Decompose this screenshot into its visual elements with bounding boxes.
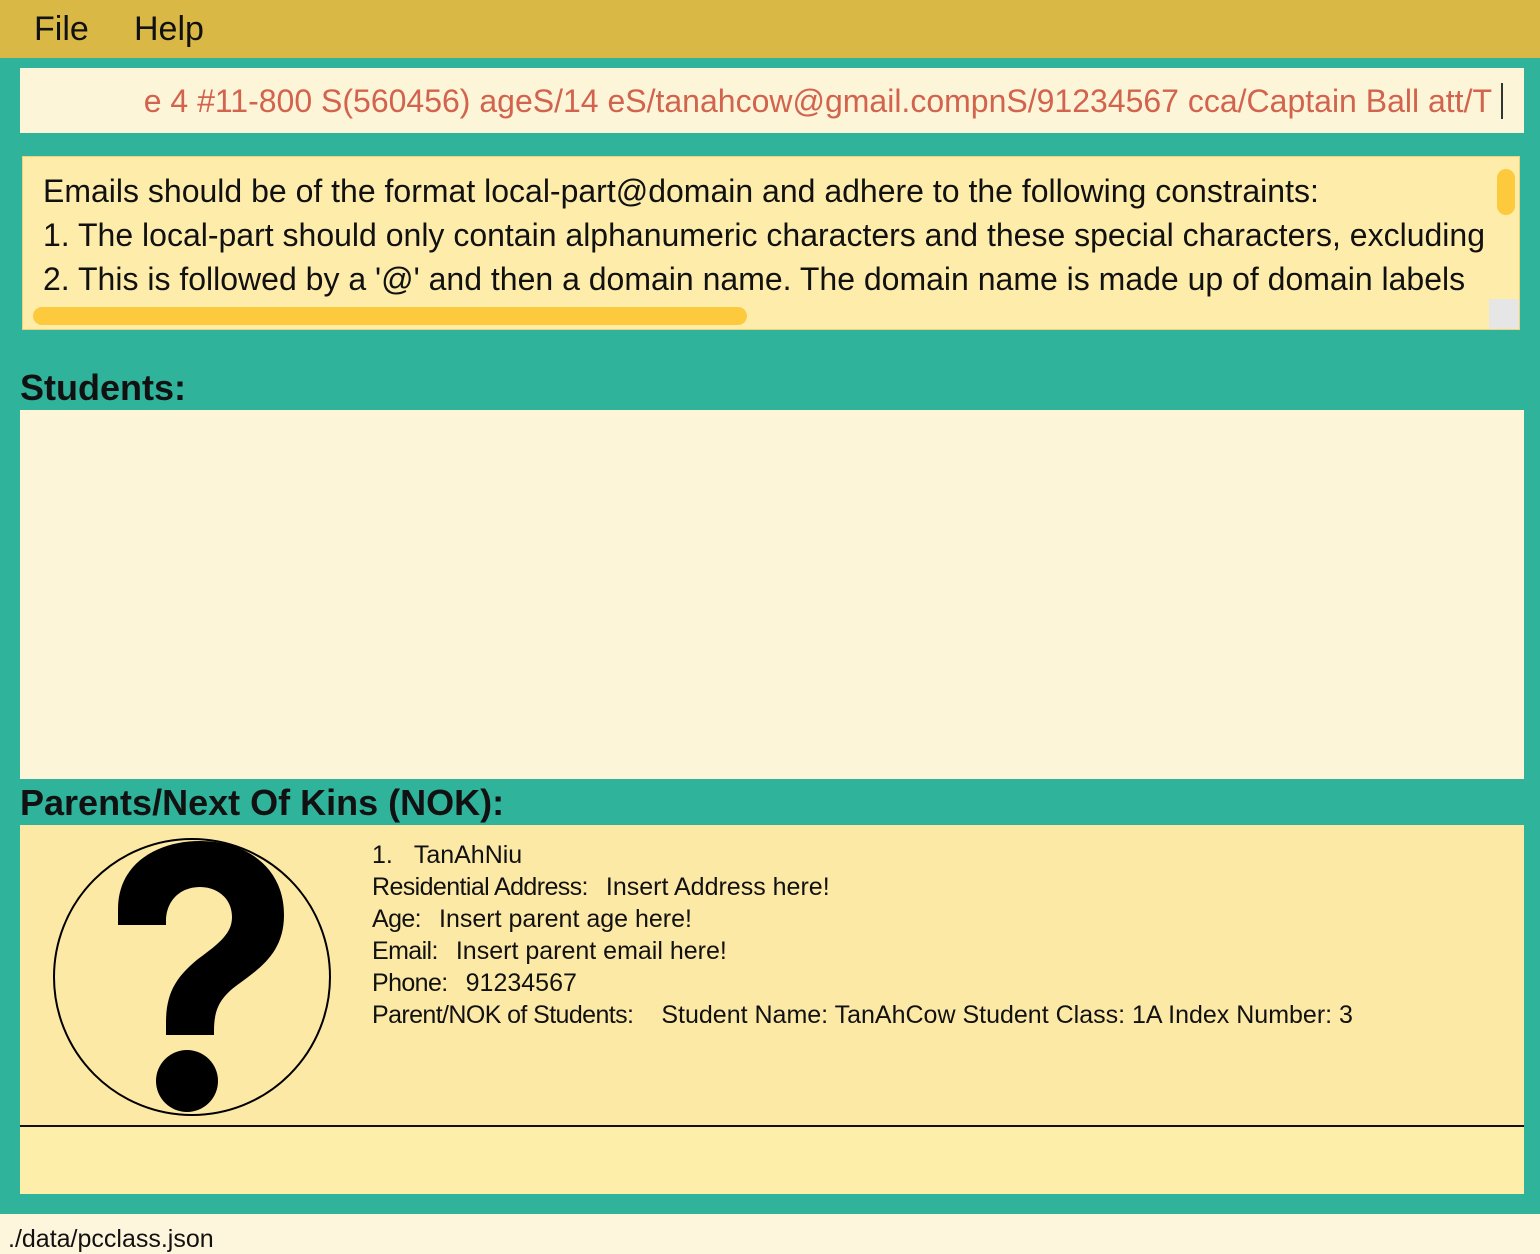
nok-name-row: 1. TanAhNiu (372, 839, 1353, 871)
menu-bar: File Help (0, 0, 1540, 58)
nok-list[interactable]: 1. TanAhNiu Residential Address: Insert A… (20, 825, 1524, 1194)
age-label: Age: (372, 905, 422, 933)
result-display[interactable]: Emails should be of the format local-par… (22, 156, 1520, 330)
nok-card[interactable]: 1. TanAhNiu Residential Address: Insert A… (20, 825, 1524, 1127)
nok-age-row: Age: Insert parent age here! (372, 903, 1353, 935)
email-value: Insert parent email here! (455, 937, 727, 965)
menu-help[interactable]: Help (134, 10, 204, 48)
nok-list-empty-area (20, 1127, 1524, 1194)
nok-index: 1. (372, 841, 393, 869)
age-value: Insert parent age here! (439, 905, 692, 933)
result-line: 2. This is followed by a '@' and then a … (43, 261, 1466, 297)
command-input[interactable]: e 4 #11-800 S(560456) ageS/14 eS/tanahco… (20, 68, 1524, 133)
nok-details: 1. TanAhNiu Residential Address: Insert A… (372, 839, 1353, 1031)
nok-address-row: Residential Address: Insert Address here! (372, 871, 1353, 903)
text-caret (1501, 83, 1503, 119)
students-list[interactable] (20, 410, 1524, 779)
address-value: Insert Address here! (605, 873, 830, 901)
students-label: Parent/NOK of Students: (372, 1001, 634, 1029)
command-input-text: e 4 #11-800 S(560456) ageS/14 eS/tanahco… (143, 83, 1492, 119)
email-label: Email: (372, 937, 438, 965)
nok-email-row: Email: Insert parent email here! (372, 935, 1353, 967)
vertical-scroll-thumb[interactable] (1497, 169, 1515, 215)
result-line: 1. The local-part should only contain al… (43, 217, 1485, 253)
status-bar: ./data/pcclass.json (0, 1214, 1540, 1254)
question-mark-icon (53, 838, 331, 1116)
nok-phone-row: Phone: 91234567 (372, 967, 1353, 999)
nok-name: TanAhNiu (413, 841, 523, 869)
data-file-path: ./data/pcclass.json (8, 1225, 214, 1253)
nok-students-row: Parent/NOK of Students: Student Name: Tan… (372, 999, 1353, 1031)
result-text-area: Emails should be of the format local-par… (43, 169, 1491, 301)
vertical-scrollbar[interactable] (1489, 157, 1519, 301)
phone-label: Phone: (372, 969, 448, 997)
horizontal-scroll-thumb[interactable] (33, 307, 747, 325)
students-heading: Students: (20, 367, 186, 408)
address-label: Residential Address: (372, 873, 589, 901)
menu-file[interactable]: File (34, 10, 89, 48)
phone-value: 91234567 (465, 969, 577, 997)
students-value: Student Name: TanAhCow Student Class: 1A… (661, 1001, 1353, 1029)
nok-heading: Parents/Next Of Kins (NOK): (20, 782, 505, 823)
scrollbar-corner (1489, 299, 1519, 329)
result-line: Emails should be of the format local-par… (43, 173, 1319, 209)
